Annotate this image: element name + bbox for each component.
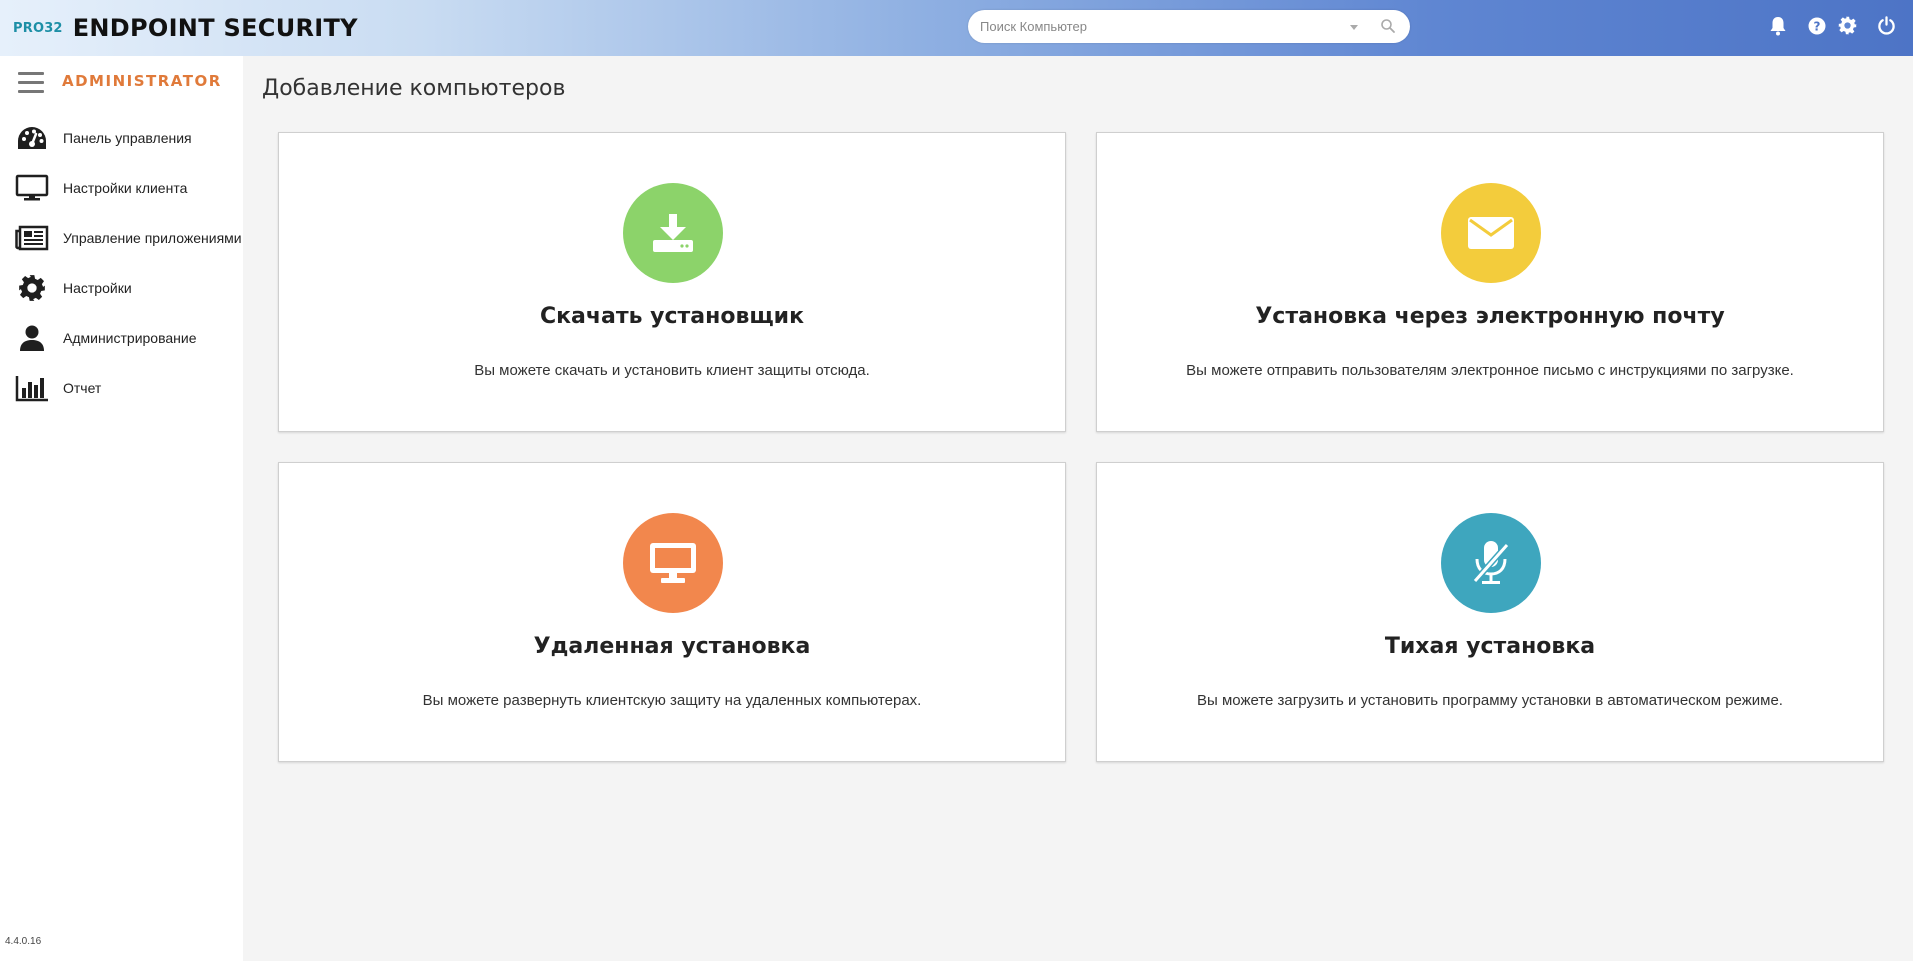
card-title: Тихая установка <box>1384 634 1596 659</box>
sidebar-item-label: Управление приложениями <box>63 230 242 246</box>
sidebar-item-label: Настройки <box>63 280 132 296</box>
brand-prefix: PRO32 <box>13 20 63 36</box>
card-email-install[interactable]: Установка через электронную почту Вы мож… <box>1096 132 1884 432</box>
sidebar-item-label: Отчет <box>63 380 102 396</box>
version-label: 4.4.0.16 <box>5 936 42 947</box>
sidebar-item-label: Настройки клиента <box>63 180 188 196</box>
card-title: Скачать установщик <box>539 304 805 329</box>
svg-text:?: ? <box>1814 20 1821 34</box>
power-icon[interactable] <box>1877 16 1896 40</box>
top-header: PRO32 ENDPOINT SECURITY ? <box>0 0 1913 56</box>
chart-icon <box>14 373 50 403</box>
sidebar-item-label: Панель управления <box>63 130 192 146</box>
apps-icon <box>14 223 50 253</box>
card-title: Удаленная установка <box>533 634 811 659</box>
mute-icon <box>1441 513 1541 613</box>
card-description: Вы можете отправить пользователям электр… <box>1186 362 1794 379</box>
monitor-icon <box>14 173 50 203</box>
download-icon <box>623 183 723 283</box>
sidebar-item-label: Администрирование <box>63 330 197 346</box>
sidebar-item-administration[interactable]: Администрирование <box>0 313 243 363</box>
search-dropdown-caret-icon[interactable] <box>1350 25 1358 30</box>
envelope-icon <box>1441 183 1541 283</box>
card-description: Вы можете загрузить и установить програм… <box>1197 692 1783 709</box>
card-silent-install[interactable]: Тихая установка Вы можете загрузить и ус… <box>1096 462 1884 762</box>
sidebar-item-app-management[interactable]: Управление приложениями <box>0 213 243 263</box>
search-input[interactable] <box>980 19 1340 34</box>
card-remote-install[interactable]: Удаленная установка Вы можете развернуть… <box>278 462 1066 762</box>
search-icon[interactable] <box>1380 18 1396 39</box>
hamburger-menu-icon[interactable] <box>18 72 44 99</box>
page-title: Добавление компьютеров <box>262 76 566 101</box>
dashboard-icon <box>14 123 50 153</box>
card-description: Вы можете развернуть клиентскую защиту н… <box>422 692 922 709</box>
gear-icon[interactable] <box>1838 16 1857 40</box>
brand-logo: PRO32 ENDPOINT SECURITY <box>13 14 358 42</box>
brand-title: ENDPOINT SECURITY <box>72 14 358 42</box>
sidebar-item-settings[interactable]: Настройки <box>0 263 243 313</box>
card-download-installer[interactable]: Скачать установщик Вы можете скачать и у… <box>278 132 1066 432</box>
card-description: Вы можете скачать и установить клиент за… <box>474 362 870 379</box>
sidebar-nav: Панель управления Настройки клиента Упра… <box>0 113 243 413</box>
card-title: Установка через электронную почту <box>1255 304 1725 329</box>
bell-icon[interactable] <box>1769 16 1787 41</box>
search-box[interactable] <box>968 10 1410 43</box>
user-role-label: ADMINISTRATOR <box>62 72 222 90</box>
sidebar: ADMINISTRATOR Панель управления Настройк… <box>0 56 243 961</box>
user-icon <box>14 323 50 353</box>
sidebar-item-report[interactable]: Отчет <box>0 363 243 413</box>
help-icon[interactable]: ? <box>1808 17 1826 40</box>
gear-icon <box>14 273 50 303</box>
sidebar-item-client-settings[interactable]: Настройки клиента <box>0 163 243 213</box>
sidebar-item-dashboard[interactable]: Панель управления <box>0 113 243 163</box>
monitor-icon <box>623 513 723 613</box>
